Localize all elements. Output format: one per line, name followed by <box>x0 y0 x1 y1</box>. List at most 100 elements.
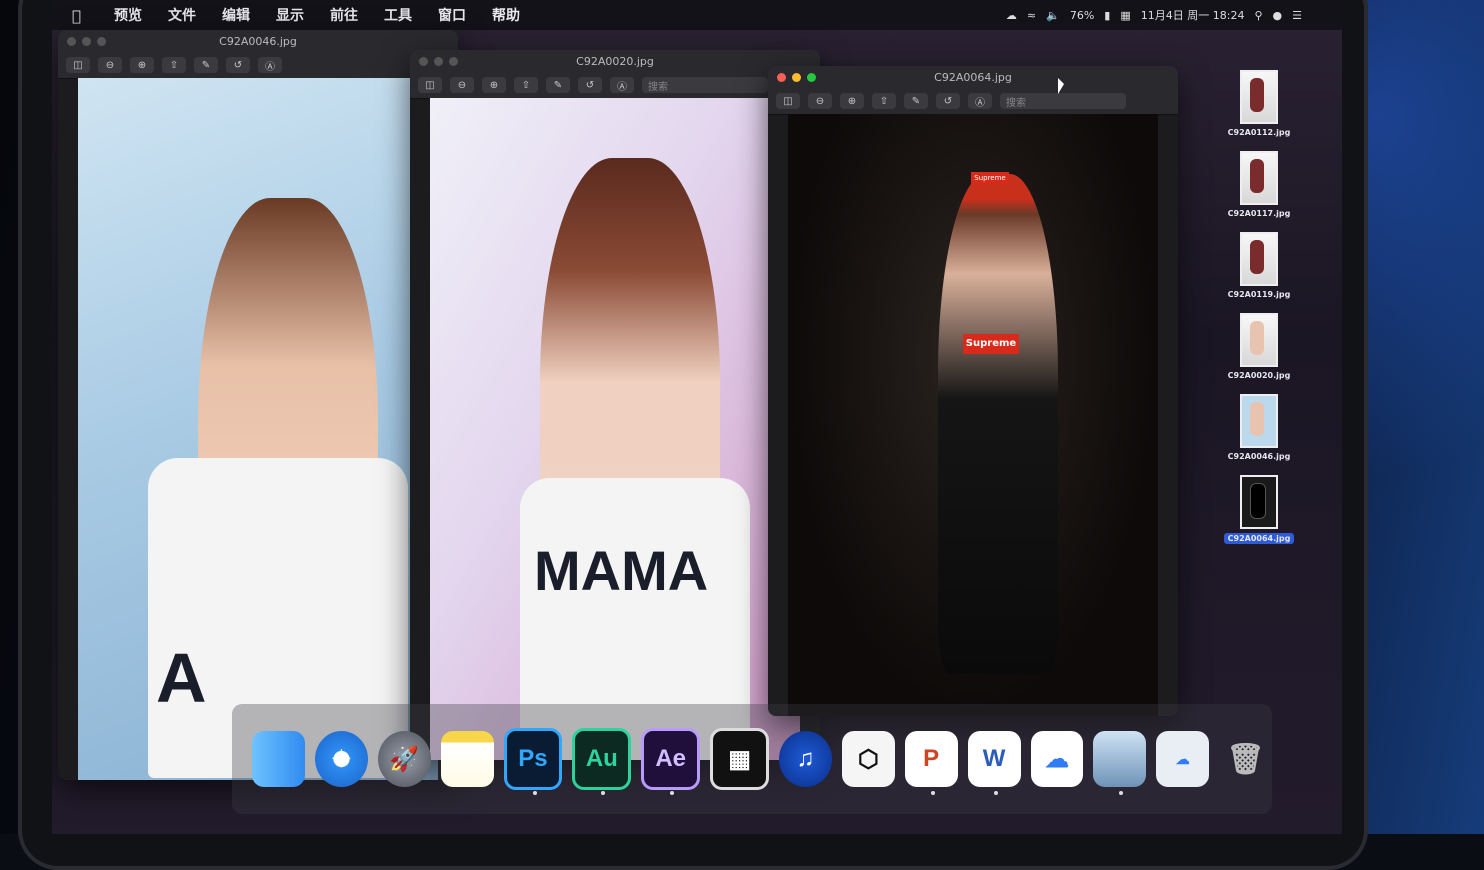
file-thumbnail <box>1240 313 1278 367</box>
desktop-file[interactable]: C92A0119.jpg <box>1214 232 1304 299</box>
window-titlebar[interactable]: C92A0046.jpg <box>58 30 458 52</box>
zoom-in-icon[interactable]: ⊕ <box>482 77 506 93</box>
powerpoint-icon[interactable]: P <box>904 731 958 795</box>
file-name: C92A0020.jpg <box>1227 371 1291 380</box>
search-input[interactable]: 搜索 <box>642 77 768 93</box>
window-toolbar: ◫ ⊖ ⊕ ⇧ ✎ ↺ Ⓐ 搜索 <box>768 88 1178 115</box>
after-effects-icon[interactable]: Ae <box>641 728 701 795</box>
menu-view[interactable]: 显示 <box>276 5 304 25</box>
annotate-icon[interactable]: Ⓐ <box>968 93 992 109</box>
audition-label: Au <box>585 745 618 772</box>
file-name: C92A0046.jpg <box>1227 452 1291 461</box>
file-name: C92A0117.jpg <box>1227 209 1291 218</box>
cinema-app-icon[interactable]: ⬡ <box>841 731 895 787</box>
creative-cloud-icon[interactable]: ☁ <box>1006 9 1017 22</box>
zoom-out-icon[interactable]: ⊖ <box>808 93 832 109</box>
desktop-file[interactable]: C92A0112.jpg <box>1214 70 1304 137</box>
window-title: C92A0020.jpg <box>576 54 654 68</box>
trash-icon[interactable]: 🗑 <box>1219 731 1272 787</box>
file-name: C92A0064.jpg <box>1223 533 1295 544</box>
menu-bar:  预览 文件 编辑 显示 前往 工具 窗口 帮助 ☁ ≈ 🔈 76% ▮ ▦ … <box>52 0 1342 30</box>
wifi-icon[interactable]: ≈ <box>1027 9 1036 22</box>
file-thumbnail <box>1240 394 1278 448</box>
file-thumbnail <box>1240 151 1278 205</box>
datetime[interactable]: 11月4日 周一 18:24 <box>1141 7 1245 23</box>
file-name: C92A0112.jpg <box>1227 128 1291 137</box>
file-name: C92A0119.jpg <box>1227 290 1291 299</box>
window-titlebar[interactable]: C92A0064.jpg <box>768 66 1178 88</box>
media-encoder-icon[interactable]: ▦ <box>710 728 769 790</box>
menu-file[interactable]: 文件 <box>168 5 196 25</box>
baidu-netdisk-icon[interactable]: ☁ <box>1030 731 1084 787</box>
window-toolbar: ◫ ⊖ ⊕ ⇧ ✎ ↺ Ⓐ 搜索 <box>410 72 820 99</box>
zoom-in-icon[interactable]: ⊕ <box>840 93 864 109</box>
file-thumbnail <box>1240 475 1278 529</box>
preview-window-2[interactable]: C92A0020.jpg ◫ ⊖ ⊕ ⇧ ✎ ↺ Ⓐ 搜索 MAMA <box>410 50 820 760</box>
zoom-in-icon[interactable]: ⊕ <box>130 57 154 73</box>
powerpoint-label: P <box>923 745 940 772</box>
audio-app-icon[interactable]: ♫ <box>779 731 832 787</box>
photo-c92a0020: MAMA <box>430 98 800 760</box>
preview-window-3[interactable]: C92A0064.jpg ◫ ⊖ ⊕ ⇧ ✎ ↺ Ⓐ 搜索 Supreme Su… <box>768 66 1178 716</box>
rotate-icon[interactable]: ↺ <box>578 77 602 93</box>
top-logo: Supreme <box>963 334 1019 354</box>
rotate-icon[interactable]: ↺ <box>226 57 250 73</box>
photo-c92a0064: Supreme Supreme <box>788 114 1158 716</box>
zoom-out-icon[interactable]: ⊖ <box>98 57 122 73</box>
laptop-screen:  预览 文件 编辑 显示 前往 工具 窗口 帮助 ☁ ≈ 🔈 76% ▮ ▦ … <box>52 0 1342 834</box>
markup-pen-icon[interactable]: ✎ <box>904 93 928 109</box>
menu-app-name[interactable]: 预览 <box>114 5 142 25</box>
window-title[interactable]: C92A0064.jpg <box>768 71 1178 84</box>
apple-icon[interactable]:  <box>72 7 88 25</box>
menu-help[interactable]: 帮助 <box>492 5 520 25</box>
share-icon[interactable]: ⇧ <box>514 77 538 93</box>
safari-icon[interactable]: ✦ <box>314 731 368 787</box>
menu-window[interactable]: 窗口 <box>438 5 466 25</box>
input-method-icon[interactable]: ▦ <box>1120 9 1130 22</box>
photoshop-icon[interactable]: Ps <box>503 728 563 795</box>
desktop-file-selected[interactable]: C92A0064.jpg <box>1214 475 1304 544</box>
sidebar-icon[interactable]: ◫ <box>776 93 800 109</box>
desktop-file[interactable]: C92A0117.jpg <box>1214 151 1304 218</box>
markup-pen-icon[interactable]: ✎ <box>194 57 218 73</box>
menu-go[interactable]: 前往 <box>330 5 358 25</box>
sidebar-icon[interactable]: ◫ <box>418 77 442 93</box>
siri-icon[interactable]: ● <box>1273 9 1283 22</box>
zoom-out-icon[interactable]: ⊖ <box>450 77 474 93</box>
sidebar-icon[interactable]: ◫ <box>66 57 90 73</box>
menu-edit[interactable]: 编辑 <box>222 5 250 25</box>
preview-app-icon[interactable] <box>1093 731 1147 795</box>
launchpad-icon[interactable]: 🚀 <box>377 731 431 787</box>
search-input[interactable]: 搜索 <box>1000 93 1126 109</box>
window-title: C92A0046.jpg <box>219 34 297 48</box>
menu-tools[interactable]: 工具 <box>384 5 412 25</box>
model-figure <box>938 174 1058 674</box>
battery-icon[interactable]: ▮ <box>1104 9 1110 22</box>
battery-percent[interactable]: 76% <box>1070 9 1094 22</box>
share-icon[interactable]: ⇧ <box>872 93 896 109</box>
word-label: W <box>982 745 1006 772</box>
desktop-file[interactable]: C92A0020.jpg <box>1214 313 1304 380</box>
share-icon[interactable]: ⇧ <box>162 57 186 73</box>
notification-center-icon[interactable]: ☰ <box>1292 9 1302 22</box>
photo-c92a0046: A <box>78 78 438 780</box>
window-toolbar: ◫ ⊖ ⊕ ⇧ ✎ ↺ Ⓐ <box>58 52 458 79</box>
volume-icon[interactable]: 🔈 <box>1046 9 1060 22</box>
spotlight-icon[interactable]: ⚲ <box>1254 9 1262 22</box>
shirt-text: A <box>156 639 207 717</box>
desktop-file[interactable]: C92A0046.jpg <box>1214 394 1304 461</box>
status-area: ☁ ≈ 🔈 76% ▮ ▦ 11月4日 周一 18:24 ⚲ ● ☰ <box>1006 0 1302 30</box>
notes-icon[interactable] <box>440 731 494 787</box>
word-icon[interactable]: W <box>967 731 1021 795</box>
audition-icon[interactable]: Au <box>572 728 632 795</box>
annotate-icon[interactable]: Ⓐ <box>610 77 634 93</box>
downloads-stack-icon[interactable]: ☁ <box>1156 731 1210 787</box>
finder-icon[interactable] <box>252 731 305 787</box>
annotate-icon[interactable]: Ⓐ <box>258 57 282 73</box>
rotate-icon[interactable]: ↺ <box>936 93 960 109</box>
preview-window-1[interactable]: C92A0046.jpg ◫ ⊖ ⊕ ⇧ ✎ ↺ Ⓐ A <box>58 30 458 780</box>
window-titlebar[interactable]: C92A0020.jpg <box>410 50 820 72</box>
markup-pen-icon[interactable]: ✎ <box>546 77 570 93</box>
cap-logo: Supreme <box>971 172 1009 184</box>
dock: ✦ 🚀 Ps Au Ae ▦ ♫ ⬡ P W ☁ ☁ 🗑 <box>232 704 1272 814</box>
